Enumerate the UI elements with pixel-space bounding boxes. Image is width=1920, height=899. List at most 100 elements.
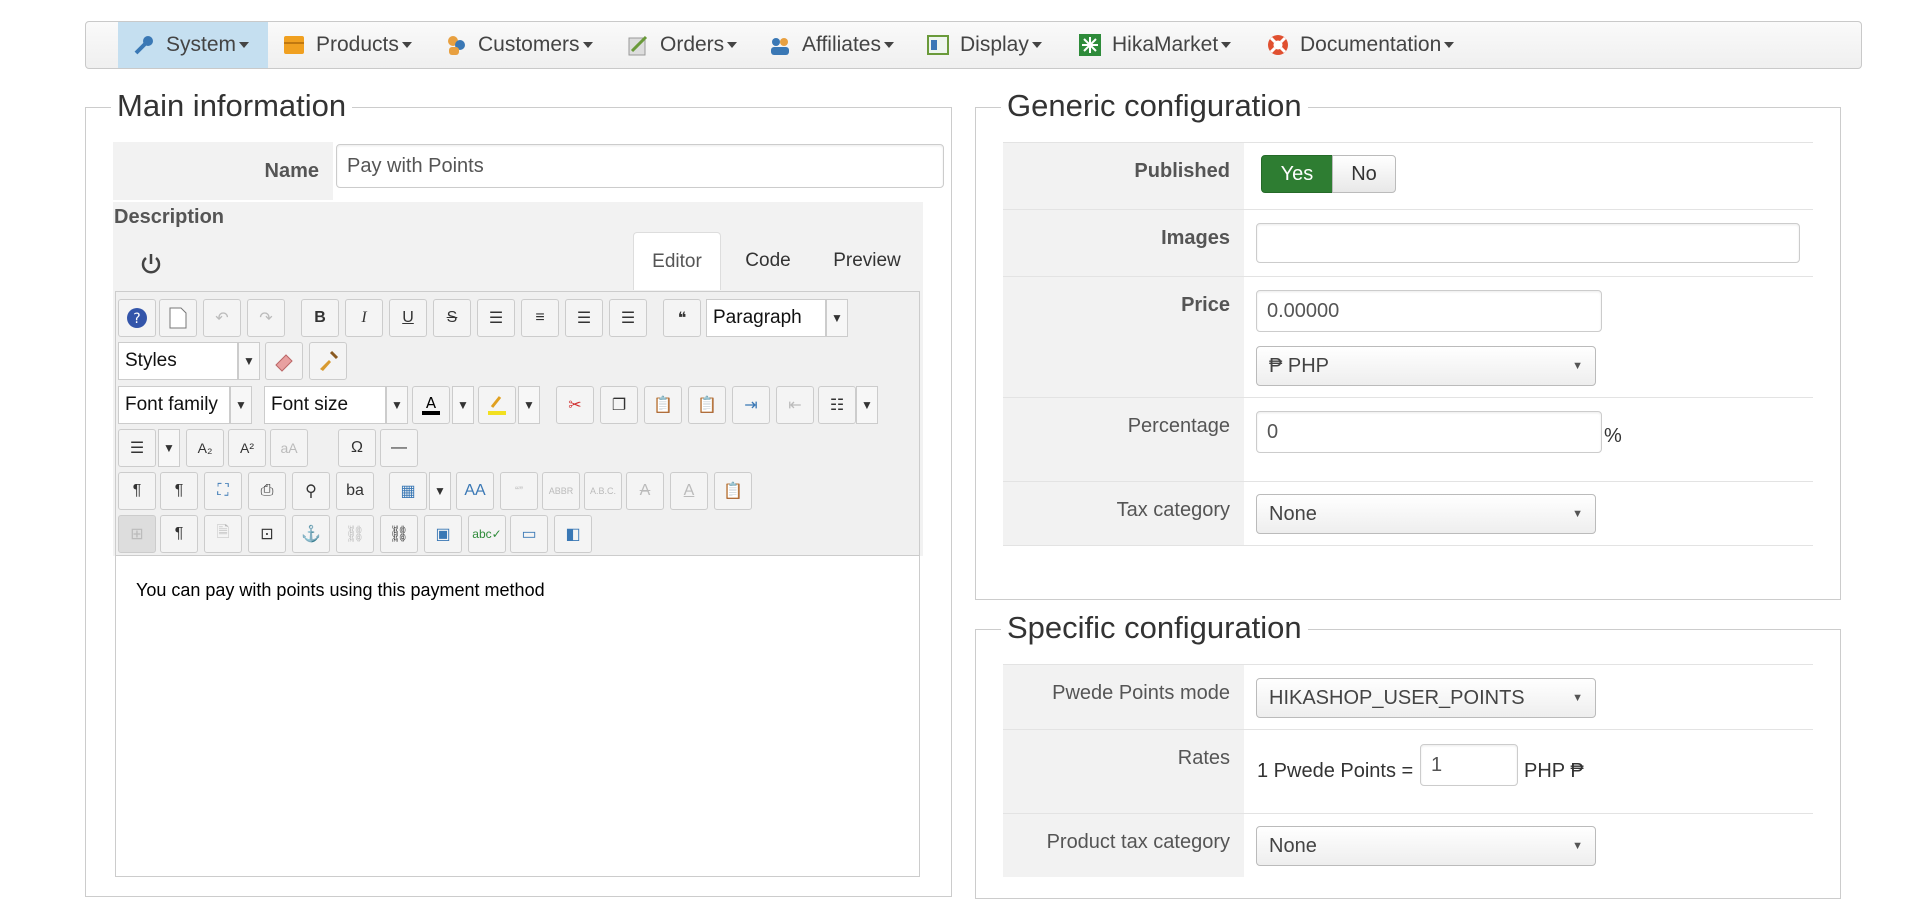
nav-system[interactable]: System	[118, 22, 268, 68]
underline-button[interactable]: U	[389, 299, 427, 337]
editor-area[interactable]	[115, 556, 920, 877]
price-input[interactable]: 0.00000	[1256, 290, 1602, 332]
image-button[interactable]: ▣	[424, 515, 462, 553]
paste-text-button[interactable]: 📋	[688, 386, 726, 424]
find-button[interactable]: ⚲	[292, 472, 330, 510]
align-justify-button[interactable]: ☰	[477, 299, 515, 337]
blockquote-icon: ❝	[677, 310, 687, 327]
attributes-button[interactable]: 📋	[714, 472, 752, 510]
power-icon[interactable]	[140, 252, 162, 276]
format-select[interactable]: Paragraph	[706, 299, 826, 337]
quote-icon: “”	[515, 484, 523, 498]
published-no-button[interactable]: No	[1332, 155, 1396, 193]
percent-sign: %	[1604, 425, 1622, 447]
eraser-button[interactable]	[265, 342, 303, 380]
align-center-button[interactable]: ≡	[521, 299, 559, 337]
article-button[interactable]: ◧	[554, 515, 592, 553]
anchor-button[interactable]: ⚓	[292, 515, 330, 553]
percentage-label: Percentage	[1003, 398, 1244, 481]
font-size-select[interactable]: Font size	[264, 386, 386, 424]
fullscreen-button[interactable]: ⛶	[204, 472, 242, 510]
copy-button[interactable]: ❐	[600, 386, 638, 424]
align-left-button[interactable]: ☰	[565, 299, 603, 337]
blockquote-button[interactable]: ❝	[663, 299, 701, 337]
visual-aid-button[interactable]: ⊞	[118, 515, 156, 553]
published-yes-button[interactable]: Yes	[1261, 155, 1333, 193]
bold-button[interactable]: B	[301, 299, 339, 337]
numbered-list-dropdown-button[interactable]: ▼	[856, 386, 878, 424]
name-input[interactable]: Pay with Points	[336, 144, 944, 188]
table-dropdown-button[interactable]: ▼	[429, 472, 451, 510]
name-label: Name	[113, 142, 333, 200]
nav-orders[interactable]: Orders	[626, 22, 738, 68]
font-family-dropdown-button[interactable]: ▼	[230, 386, 252, 424]
special-character-button[interactable]: Ω	[338, 429, 376, 467]
superscript-button[interactable]: A²	[228, 429, 266, 467]
new-document-button[interactable]	[159, 299, 197, 337]
pagebreak-button[interactable]: ⊡	[248, 515, 286, 553]
currency-select[interactable]: ₱ PHP ▼	[1256, 346, 1596, 386]
product-tax-category-select[interactable]: None ▼	[1256, 826, 1596, 866]
styles-dropdown-button[interactable]: ▼	[238, 342, 260, 380]
insertion-button[interactable]: A	[670, 472, 708, 510]
strikethrough-button[interactable]: S	[433, 299, 471, 337]
align-right-button[interactable]: ☰	[609, 299, 647, 337]
nav-display[interactable]: Display	[926, 22, 1042, 68]
unlink-button[interactable]: ⛓	[336, 515, 374, 553]
readmore-button[interactable]: ▭	[510, 515, 548, 553]
text-color-dropdown-button[interactable]: ▼	[452, 386, 474, 424]
nav-customers[interactable]: Customers	[444, 22, 593, 68]
subscript-button[interactable]: A₂	[186, 429, 224, 467]
rtl-button[interactable]: ¶	[160, 472, 198, 510]
unlink-icon: ⛓	[344, 526, 366, 543]
bullet-list-button[interactable]: ☰	[118, 429, 156, 467]
indent-button[interactable]: ⇥	[732, 386, 770, 424]
link-button[interactable]: ⛓	[380, 515, 418, 553]
outdent-button[interactable]: ⇤	[776, 386, 814, 424]
font-family-select[interactable]: Font family	[118, 386, 230, 424]
bullet-list-dropdown-button[interactable]: ▼	[158, 429, 180, 467]
print-button[interactable]: ⎙	[248, 472, 286, 510]
deletion-button[interactable]: A	[626, 472, 664, 510]
ltr-button[interactable]: ¶	[118, 472, 156, 510]
nav-affiliates[interactable]: Affiliates	[768, 22, 894, 68]
font-size-dropdown-button[interactable]: ▼	[386, 386, 408, 424]
italic-button[interactable]: I	[345, 299, 383, 337]
styles-select[interactable]: Styles	[118, 342, 238, 380]
replace-button[interactable]: ba	[336, 472, 374, 510]
rates-input[interactable]: 1	[1420, 744, 1518, 786]
table-button[interactable]: ▦	[389, 472, 427, 510]
nav-hikamarket[interactable]: HikaMarket	[1078, 22, 1232, 68]
help-button[interactable]: ?	[118, 299, 156, 337]
format-painter-button[interactable]	[309, 342, 347, 380]
tab-editor[interactable]: Editor	[633, 232, 721, 290]
highlight-dropdown-button[interactable]: ▼	[518, 386, 540, 424]
paste-button[interactable]: 📋	[644, 386, 682, 424]
abbreviation-button[interactable]: ABBR	[542, 472, 580, 510]
nav-documentation[interactable]: Documentation	[1266, 22, 1455, 68]
percentage-input[interactable]: 0	[1256, 411, 1602, 453]
images-input[interactable]	[1256, 223, 1800, 263]
spellcheck-button[interactable]: abc✓	[468, 515, 506, 553]
horizontal-rule-button[interactable]: —	[380, 429, 418, 467]
nav-products[interactable]: Products	[282, 22, 412, 68]
tax-category-select[interactable]: None ▼	[1256, 494, 1596, 534]
readmore-icon: ▭	[521, 526, 537, 543]
points-mode-select[interactable]: HIKASHOP_USER_POINTS ▼	[1256, 678, 1596, 718]
text-color-button[interactable]: A	[412, 386, 450, 424]
template-button[interactable]: 🗎	[204, 515, 242, 553]
format-dropdown-button[interactable]: ▼	[826, 299, 848, 337]
quote-button[interactable]: “”	[500, 472, 538, 510]
acronym-button[interactable]: A.B.C.	[584, 472, 622, 510]
show-blocks-button[interactable]: ¶	[160, 515, 198, 553]
cut-button[interactable]: ✂	[556, 386, 594, 424]
text-direction-button[interactable]: aA	[270, 429, 308, 467]
highlight-button[interactable]	[478, 386, 516, 424]
tab-code[interactable]: Code	[728, 232, 808, 290]
tab-preview[interactable]: Preview	[822, 232, 912, 290]
undo-button[interactable]: ↶	[203, 299, 241, 337]
font-style-button[interactable]: AA	[456, 472, 494, 510]
redo-button[interactable]: ↷	[247, 299, 285, 337]
editor-text[interactable]: You can pay with points using this payme…	[136, 580, 545, 601]
numbered-list-button[interactable]: ☷	[818, 386, 856, 424]
